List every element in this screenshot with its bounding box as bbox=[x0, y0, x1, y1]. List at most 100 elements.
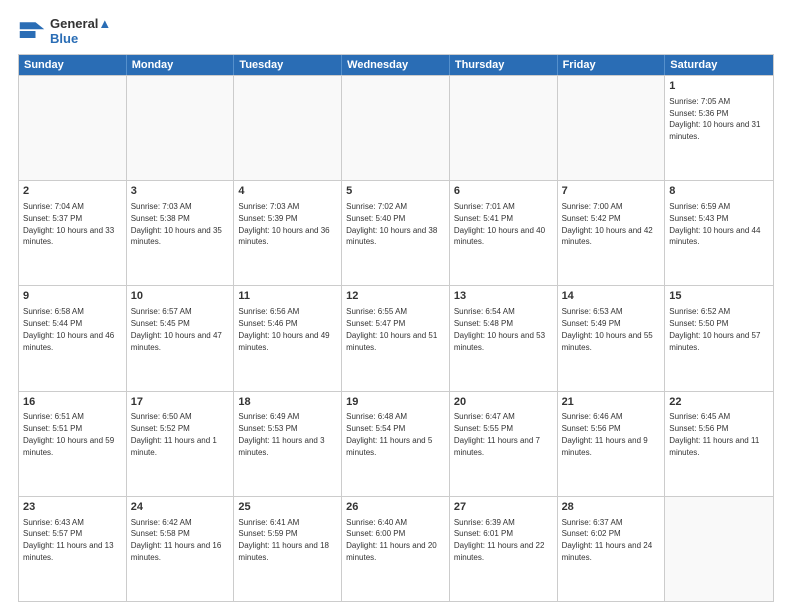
day-info: Sunrise: 6:54 AM Sunset: 5:48 PM Dayligh… bbox=[454, 307, 545, 351]
cal-cell-27: 27Sunrise: 6:39 AM Sunset: 6:01 PM Dayli… bbox=[450, 497, 558, 601]
day-number: 26 bbox=[346, 500, 445, 515]
cal-cell-25: 25 Sunrise: 6:41 AM Sunset: 5:59 PM Dayli… bbox=[234, 497, 342, 601]
day-info: Sunrise: 6:55 AM Sunset: 5:47 PM Dayligh… bbox=[346, 307, 437, 351]
cal-cell-1: 1 Sunrise: 7:05 AM Sunset: 5:36 PM Daylig… bbox=[665, 76, 773, 180]
day-number: 22 bbox=[669, 395, 769, 410]
cal-cell-21: 21 Sunrise: 6:46 AM Sunset: 5:56 PM Dayli… bbox=[558, 392, 666, 496]
cal-header-friday: Friday bbox=[558, 55, 666, 75]
cal-cell-13: 13Sunrise: 6:54 AM Sunset: 5:48 PM Dayli… bbox=[450, 286, 558, 390]
day-number: 1 bbox=[669, 79, 769, 94]
day-info: Sunrise: 6:51 AM Sunset: 5:51 PM Dayligh… bbox=[23, 412, 114, 456]
cal-header-monday: Monday bbox=[127, 55, 235, 75]
day-number: 18 bbox=[238, 395, 337, 410]
day-number: 23 bbox=[23, 500, 122, 515]
day-info: Sunrise: 6:50 AM Sunset: 5:52 PM Dayligh… bbox=[131, 412, 217, 456]
cal-header-tuesday: Tuesday bbox=[234, 55, 342, 75]
day-info: Sunrise: 6:40 AM Sunset: 6:00 PM Dayligh… bbox=[346, 518, 437, 562]
day-info: Sunrise: 6:49 AM Sunset: 5:53 PM Dayligh… bbox=[238, 412, 324, 456]
cal-week-2: 2 Sunrise: 7:04 AM Sunset: 5:37 PM Daylig… bbox=[19, 180, 773, 285]
day-number: 5 bbox=[346, 184, 445, 199]
day-info: Sunrise: 7:03 AM Sunset: 5:38 PM Dayligh… bbox=[131, 202, 222, 246]
day-number: 16 bbox=[23, 395, 122, 410]
cal-cell-8: 8 Sunrise: 6:59 AM Sunset: 5:43 PM Daylig… bbox=[665, 181, 773, 285]
day-info: Sunrise: 6:47 AM Sunset: 5:55 PM Dayligh… bbox=[454, 412, 540, 456]
day-info: Sunrise: 6:48 AM Sunset: 5:54 PM Dayligh… bbox=[346, 412, 432, 456]
day-number: 20 bbox=[454, 395, 553, 410]
cal-cell-7: 7 Sunrise: 7:00 AM Sunset: 5:42 PM Daylig… bbox=[558, 181, 666, 285]
day-number: 17 bbox=[131, 395, 230, 410]
day-info: Sunrise: 7:02 AM Sunset: 5:40 PM Dayligh… bbox=[346, 202, 437, 246]
day-number: 12 bbox=[346, 289, 445, 304]
day-info: Sunrise: 6:43 AM Sunset: 5:57 PM Dayligh… bbox=[23, 518, 114, 562]
day-info: Sunrise: 6:37 AM Sunset: 6:02 PM Dayligh… bbox=[562, 518, 653, 562]
cal-cell-14: 14Sunrise: 6:53 AM Sunset: 5:49 PM Dayli… bbox=[558, 286, 666, 390]
logo-icon bbox=[18, 17, 46, 45]
cal-cell-empty bbox=[450, 76, 558, 180]
day-info: Sunrise: 6:59 AM Sunset: 5:43 PM Dayligh… bbox=[669, 202, 760, 246]
logo: General▲ Blue bbox=[18, 16, 111, 46]
cal-cell-23: 23 Sunrise: 6:43 AM Sunset: 5:57 PM Dayli… bbox=[19, 497, 127, 601]
cal-cell-empty bbox=[234, 76, 342, 180]
calendar-body: 1 Sunrise: 7:05 AM Sunset: 5:36 PM Daylig… bbox=[19, 75, 773, 601]
cal-cell-28: 28Sunrise: 6:37 AM Sunset: 6:02 PM Dayli… bbox=[558, 497, 666, 601]
day-info: Sunrise: 7:05 AM Sunset: 5:36 PM Dayligh… bbox=[669, 97, 760, 141]
cal-cell-15: 15Sunrise: 6:52 AM Sunset: 5:50 PM Dayli… bbox=[665, 286, 773, 390]
cal-cell-2: 2 Sunrise: 7:04 AM Sunset: 5:37 PM Daylig… bbox=[19, 181, 127, 285]
cal-week-3: 9Sunrise: 6:58 AM Sunset: 5:44 PM Daylig… bbox=[19, 285, 773, 390]
day-info: Sunrise: 6:56 AM Sunset: 5:46 PM Dayligh… bbox=[238, 307, 329, 351]
day-info: Sunrise: 6:45 AM Sunset: 5:56 PM Dayligh… bbox=[669, 412, 759, 456]
cal-week-1: 1 Sunrise: 7:05 AM Sunset: 5:36 PM Daylig… bbox=[19, 75, 773, 180]
cal-week-5: 23 Sunrise: 6:43 AM Sunset: 5:57 PM Dayli… bbox=[19, 496, 773, 601]
cal-cell-9: 9Sunrise: 6:58 AM Sunset: 5:44 PM Daylig… bbox=[19, 286, 127, 390]
cal-cell-empty bbox=[665, 497, 773, 601]
logo-text: General▲ Blue bbox=[50, 16, 111, 46]
cal-cell-24: 24 Sunrise: 6:42 AM Sunset: 5:58 PM Dayli… bbox=[127, 497, 235, 601]
cal-cell-4: 4Sunrise: 7:03 AM Sunset: 5:39 PM Daylig… bbox=[234, 181, 342, 285]
day-info: Sunrise: 7:00 AM Sunset: 5:42 PM Dayligh… bbox=[562, 202, 653, 246]
cal-header-wednesday: Wednesday bbox=[342, 55, 450, 75]
cal-header-saturday: Saturday bbox=[665, 55, 773, 75]
cal-cell-empty bbox=[558, 76, 666, 180]
cal-cell-5: 5 Sunrise: 7:02 AM Sunset: 5:40 PM Daylig… bbox=[342, 181, 450, 285]
day-number: 25 bbox=[238, 500, 337, 515]
day-info: Sunrise: 6:41 AM Sunset: 5:59 PM Dayligh… bbox=[238, 518, 329, 562]
cal-cell-3: 3 Sunrise: 7:03 AM Sunset: 5:38 PM Daylig… bbox=[127, 181, 235, 285]
day-number: 15 bbox=[669, 289, 769, 304]
cal-header-thursday: Thursday bbox=[450, 55, 558, 75]
day-number: 11 bbox=[238, 289, 337, 304]
page: General▲ Blue SundayMondayTuesdayWednesd… bbox=[0, 0, 792, 612]
cal-cell-16: 16 Sunrise: 6:51 AM Sunset: 5:51 PM Dayli… bbox=[19, 392, 127, 496]
cal-cell-17: 17 Sunrise: 6:50 AM Sunset: 5:52 PM Dayli… bbox=[127, 392, 235, 496]
cal-cell-11: 11 Sunrise: 6:56 AM Sunset: 5:46 PM Dayli… bbox=[234, 286, 342, 390]
day-number: 21 bbox=[562, 395, 661, 410]
day-number: 10 bbox=[131, 289, 230, 304]
day-number: 3 bbox=[131, 184, 230, 199]
day-info: Sunrise: 6:46 AM Sunset: 5:56 PM Dayligh… bbox=[562, 412, 648, 456]
calendar-header: SundayMondayTuesdayWednesdayThursdayFrid… bbox=[19, 55, 773, 75]
day-number: 9 bbox=[23, 289, 122, 304]
day-number: 8 bbox=[669, 184, 769, 199]
day-info: Sunrise: 6:42 AM Sunset: 5:58 PM Dayligh… bbox=[131, 518, 222, 562]
cal-cell-18: 18 Sunrise: 6:49 AM Sunset: 5:53 PM Dayli… bbox=[234, 392, 342, 496]
cal-cell-12: 12 Sunrise: 6:55 AM Sunset: 5:47 PM Dayli… bbox=[342, 286, 450, 390]
cal-cell-empty bbox=[342, 76, 450, 180]
cal-cell-26: 26 Sunrise: 6:40 AM Sunset: 6:00 PM Dayli… bbox=[342, 497, 450, 601]
day-info: Sunrise: 6:57 AM Sunset: 5:45 PM Dayligh… bbox=[131, 307, 222, 351]
day-number: 2 bbox=[23, 184, 122, 199]
cal-header-sunday: Sunday bbox=[19, 55, 127, 75]
day-info: Sunrise: 7:03 AM Sunset: 5:39 PM Dayligh… bbox=[238, 202, 329, 246]
calendar: SundayMondayTuesdayWednesdayThursdayFrid… bbox=[18, 54, 774, 602]
day-number: 14 bbox=[562, 289, 661, 304]
cal-cell-19: 19 Sunrise: 6:48 AM Sunset: 5:54 PM Dayli… bbox=[342, 392, 450, 496]
day-number: 24 bbox=[131, 500, 230, 515]
day-info: Sunrise: 7:04 AM Sunset: 5:37 PM Dayligh… bbox=[23, 202, 114, 246]
cal-cell-22: 22 Sunrise: 6:45 AM Sunset: 5:56 PM Dayli… bbox=[665, 392, 773, 496]
cal-week-4: 16 Sunrise: 6:51 AM Sunset: 5:51 PM Dayli… bbox=[19, 391, 773, 496]
day-info: Sunrise: 6:39 AM Sunset: 6:01 PM Dayligh… bbox=[454, 518, 545, 562]
cal-cell-empty bbox=[127, 76, 235, 180]
cal-cell-6: 6Sunrise: 7:01 AM Sunset: 5:41 PM Daylig… bbox=[450, 181, 558, 285]
day-number: 19 bbox=[346, 395, 445, 410]
header: General▲ Blue bbox=[18, 16, 774, 46]
day-number: 7 bbox=[562, 184, 661, 199]
day-info: Sunrise: 7:01 AM Sunset: 5:41 PM Dayligh… bbox=[454, 202, 545, 246]
